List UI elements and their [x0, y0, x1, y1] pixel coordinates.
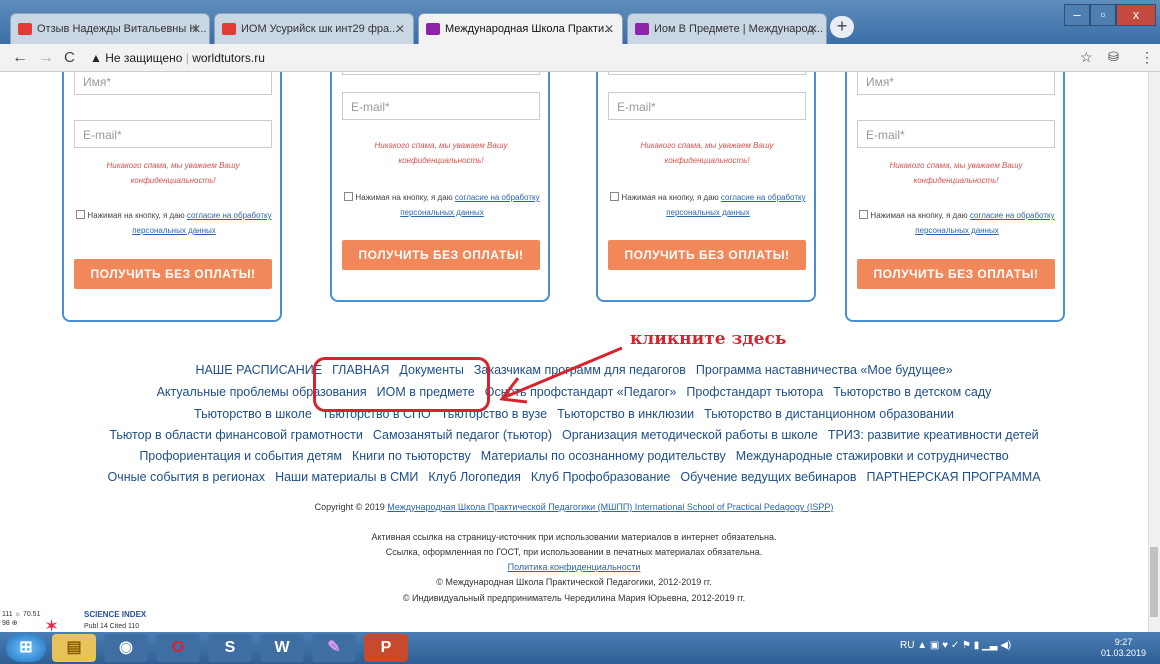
start-button[interactable]: ⊞	[6, 634, 46, 662]
close-window-button[interactable]: x	[1116, 4, 1156, 26]
scrollbar-thumb[interactable]	[1150, 547, 1158, 617]
web-page: Имя* E-mail* Никакого спама, мы уважаем …	[0, 72, 1148, 632]
reload-icon[interactable]: C	[64, 49, 75, 66]
browser-tab[interactable]: ИОМ Усурийск шк инт29 фра... ✕	[214, 13, 414, 44]
minimize-button[interactable]: –	[1064, 4, 1090, 26]
windows-taskbar: ⊞ ▤ ◉ O S W ✎ P RU ▲ ▣ ♥ ✓ ⚑ ▮ ▁▃ ◀) 9:2…	[0, 632, 1160, 664]
footer-note: © Индивидуальный предприниматель Чередил…	[402, 593, 746, 603]
browser-tab[interactable]: Иом В Предмете | Международ... ✕	[627, 13, 827, 44]
browser-tab-bar: Отзыв Надежды Витальевны Н... ✕ ИОМ Усури…	[0, 0, 1160, 44]
youtube-icon	[222, 23, 236, 35]
warning-icon: ▲	[90, 51, 102, 65]
bookmark-star-icon[interactable]: ☆	[1080, 49, 1093, 66]
explorer-icon[interactable]: ▤	[52, 634, 96, 662]
security-label: Не защищено	[105, 51, 183, 65]
system-tray: RU ▲ ▣ ♥ ✓ ⚑ ▮ ▁▃ ◀)	[900, 640, 1012, 651]
site-favicon-icon	[635, 23, 649, 35]
paint-icon[interactable]: ✎	[312, 634, 356, 662]
badge-title: SCIENCE INDEX	[84, 610, 147, 619]
url-text: worldtutors.ru	[192, 51, 265, 65]
footer-note: Ссылка, оформленная по ГОСТ, при использ…	[385, 547, 763, 557]
window-controls: – ▫ x	[1064, 4, 1156, 28]
back-arrow-icon[interactable]: ←	[12, 49, 28, 67]
address-bar[interactable]: ▲ Не защищено | worldtutors.ru	[90, 48, 1080, 69]
badge-stats: 111 ☼ 70.51 98 ⊕	[2, 611, 41, 627]
close-tab-icon[interactable]: ✕	[395, 22, 405, 36]
browser-tab[interactable]: Отзыв Надежды Витальевны Н... ✕	[10, 13, 210, 44]
close-tab-icon[interactable]: ✕	[808, 22, 818, 36]
science-index-badge[interactable]: 111 ☼ 70.51 98 ⊕ ✶ SCIENCE INDEX Publ 14…	[0, 608, 160, 632]
footer-note: © Международная Школа Практической Педаг…	[436, 577, 712, 587]
browser-tab-active[interactable]: Международная Школа Практи... ✕	[418, 13, 623, 44]
youtube-icon	[18, 23, 32, 35]
menu-icon[interactable]: ⋮	[1140, 49, 1154, 66]
close-tab-icon[interactable]: ✕	[191, 22, 201, 36]
skype-icon[interactable]: S	[208, 634, 252, 662]
word-icon[interactable]: W	[260, 634, 304, 662]
maximize-button[interactable]: ▫	[1090, 4, 1116, 26]
copyright-link[interactable]: Международная Школа Практической Педагог…	[387, 502, 833, 512]
clock[interactable]: 9:27 01.03.2019	[1101, 637, 1146, 659]
new-tab-button[interactable]: +	[830, 16, 854, 38]
opera-icon[interactable]: O	[156, 634, 200, 662]
privacy-link[interactable]: Политика конфиденциальности	[0, 562, 1148, 572]
badge-sub: Publ 14 Cited 110	[84, 623, 140, 630]
page-scrollbar[interactable]	[1148, 72, 1160, 632]
browser-toolbar: ← → C ▲ Не защищено | worldtutors.ru ☆ ⛁…	[0, 44, 1160, 72]
site-favicon-icon	[426, 23, 440, 35]
chrome-icon[interactable]: ◉	[104, 634, 148, 662]
language-indicator[interactable]: RU	[900, 640, 914, 651]
extension-icon[interactable]: ⛁	[1108, 49, 1119, 65]
forward-arrow-icon[interactable]: →	[38, 49, 54, 67]
copyright-line: Copyright © 2019 Международная Школа Пра…	[314, 502, 834, 512]
star-icon: ✶	[44, 616, 60, 632]
footer-note: Активная ссылка на страницу-источник при…	[371, 532, 777, 542]
powerpoint-icon[interactable]: P	[364, 634, 408, 662]
close-tab-icon[interactable]: ✕	[604, 22, 614, 36]
